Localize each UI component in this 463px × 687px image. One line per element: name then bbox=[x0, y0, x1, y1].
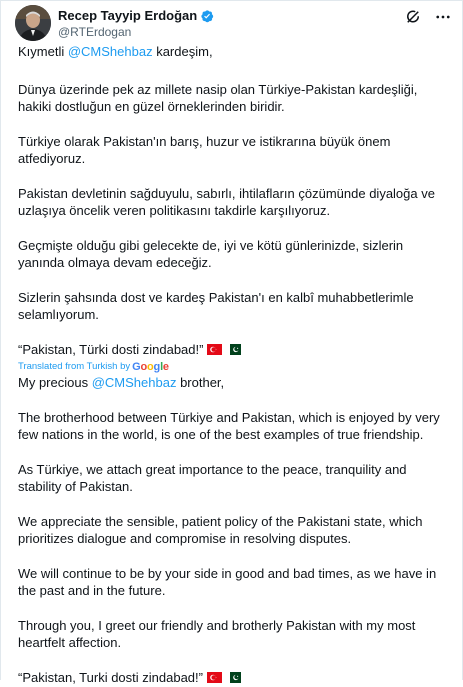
grok-icon[interactable] bbox=[404, 8, 422, 26]
tweet-card: Recep Tayyip Erdoğan @RTErdogan Kıymetli… bbox=[0, 0, 463, 685]
turkey-flag-icon bbox=[206, 670, 222, 683]
original-paragraph-2: Türkiye olarak Pakistan'ın barış, huzur … bbox=[18, 133, 391, 167]
author-name[interactable]: Recep Tayyip Erdoğan bbox=[58, 8, 197, 23]
verified-badge-icon bbox=[200, 9, 214, 23]
translated-paragraph-2: As Türkiye, we attach great importance t… bbox=[18, 461, 407, 495]
translated-closing: “Pakistan, Turki dosti zindabad!” bbox=[18, 669, 446, 687]
tweet-body: Kıymetli @CMShehbaz kardeşim, Dünya üzer… bbox=[18, 43, 446, 686]
turkey-flag-icon bbox=[207, 342, 223, 355]
translation-attribution[interactable]: Translated from Turkish by Google bbox=[18, 361, 446, 373]
google-logo: Google bbox=[132, 361, 169, 373]
original-paragraph-5: Sizlerin şahsında dost ve kardeş Pakista… bbox=[18, 289, 414, 323]
pakistan-flag-icon bbox=[225, 670, 241, 683]
mention-link[interactable]: @CMShehbaz bbox=[92, 375, 177, 390]
translated-paragraph-1: The brotherhood between Türkiye and Paki… bbox=[18, 409, 440, 443]
avatar[interactable] bbox=[15, 5, 51, 41]
mention-link[interactable]: @CMShehbaz bbox=[68, 44, 153, 59]
translated-paragraph-3: We appreciate the sensible, patient poli… bbox=[18, 513, 423, 547]
original-paragraph-4: Geçmişte olduğu gibi gelecekte de, iyi v… bbox=[18, 237, 404, 271]
translated-paragraph-5: Through you, I greet our friendly and br… bbox=[18, 617, 416, 651]
tweet-header: Recep Tayyip Erdoğan @RTErdogan bbox=[15, 5, 452, 41]
original-closing: “Pakistan, Türki dosti zindabad!” bbox=[18, 341, 446, 359]
author-handle[interactable]: @RTErdogan bbox=[58, 25, 131, 39]
pakistan-flag-icon bbox=[226, 342, 242, 355]
more-options-icon[interactable] bbox=[434, 8, 452, 26]
translated-greeting: My precious @CMShehbaz brother, bbox=[18, 375, 225, 390]
original-paragraph-3: Pakistan devletinin sağduyulu, sabırlı, … bbox=[18, 185, 435, 219]
original-greeting: Kıymetli @CMShehbaz kardeşim, bbox=[18, 44, 213, 59]
translated-paragraph-4: We will continue to be by your side in g… bbox=[18, 565, 437, 599]
original-paragraph-1: Dünya üzerinde pek az millete nasip olan… bbox=[18, 81, 418, 115]
